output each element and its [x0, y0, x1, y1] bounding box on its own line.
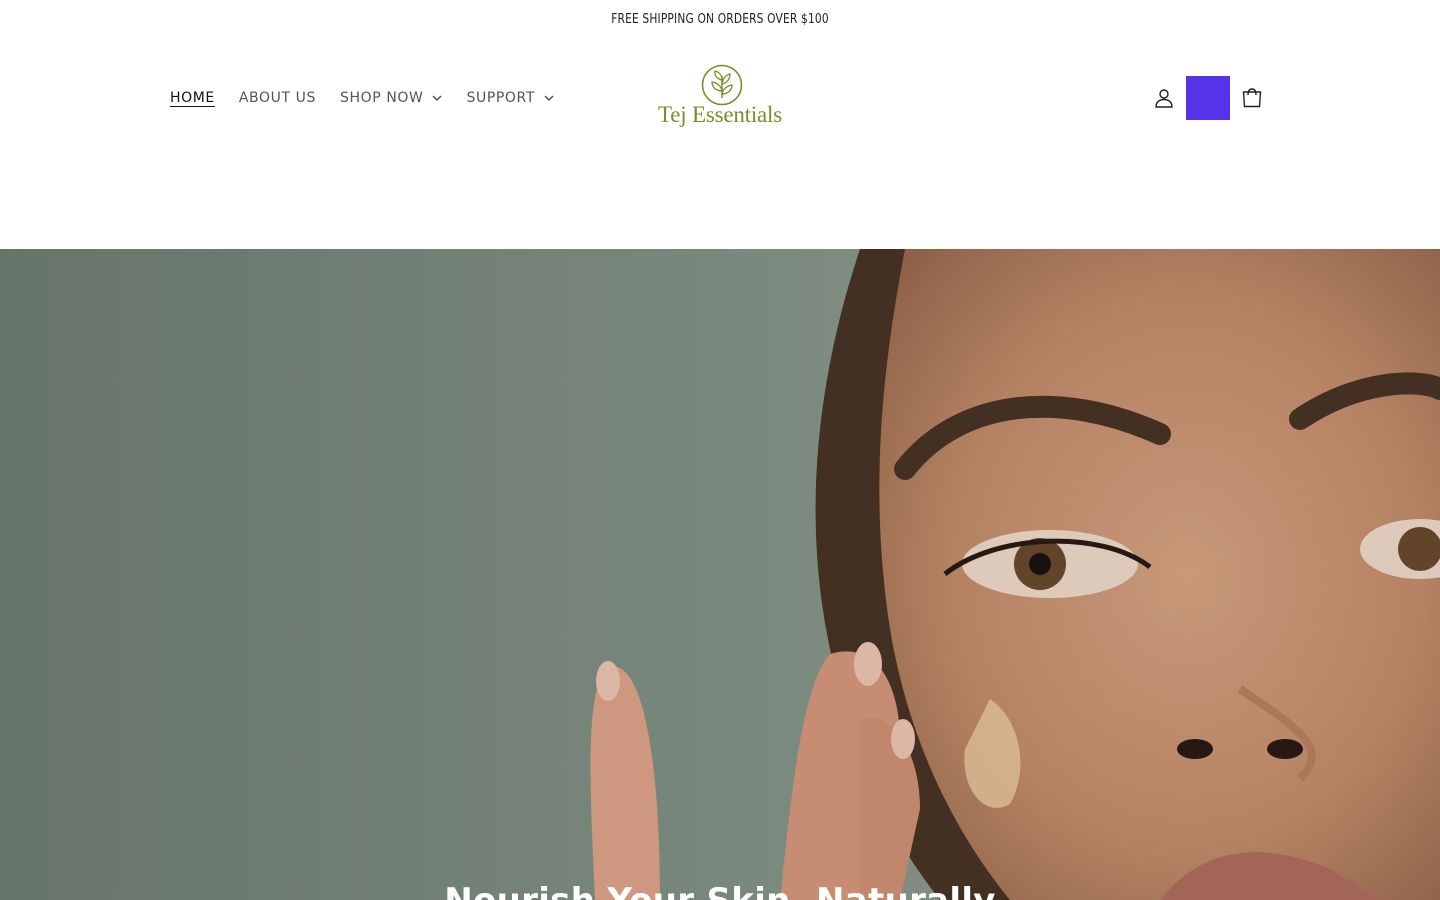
announcement-bar: FREE SHIPPING ON ORDERS OVER $100	[130, 0, 1311, 38]
nav-item-shop-now[interactable]: SHOP NOW	[340, 86, 442, 110]
site-header: HOME ABOUT US SHOP NOW SUPPORT Tej Essen…	[0, 38, 1440, 248]
nav-item-label: ABOUT US	[238, 90, 317, 106]
chevron-down-icon	[544, 95, 554, 101]
leaf-emblem-icon	[701, 64, 743, 106]
announcement-text: FREE SHIPPING ON ORDERS OVER $100	[611, 11, 829, 27]
hero-banner: Nourish Your Skin, Naturally	[0, 249, 1440, 900]
nav-item-label: HOME	[170, 90, 215, 106]
logo-text: Tej Essentials	[658, 102, 782, 127]
hero-image	[0, 249, 1440, 900]
site-logo[interactable]: Tej Essentials	[650, 62, 790, 136]
hero-heading: Nourish Your Skin, Naturally	[0, 881, 1440, 900]
nav-item-label: SHOP NOW	[340, 90, 424, 106]
cart-icon[interactable]	[1238, 84, 1266, 112]
nav-item-home[interactable]: HOME	[170, 86, 215, 110]
nav-item-label: SUPPORT	[466, 90, 535, 106]
main-nav: HOME ABOUT US SHOP NOW SUPPORT	[170, 86, 578, 110]
nav-item-support[interactable]: SUPPORT	[466, 86, 554, 110]
header-utilities	[1150, 76, 1266, 120]
nav-item-about-us[interactable]: ABOUT US	[239, 86, 316, 110]
user-icon[interactable]	[1150, 84, 1178, 112]
chevron-down-icon	[432, 95, 442, 101]
accent-button[interactable]	[1186, 76, 1230, 120]
